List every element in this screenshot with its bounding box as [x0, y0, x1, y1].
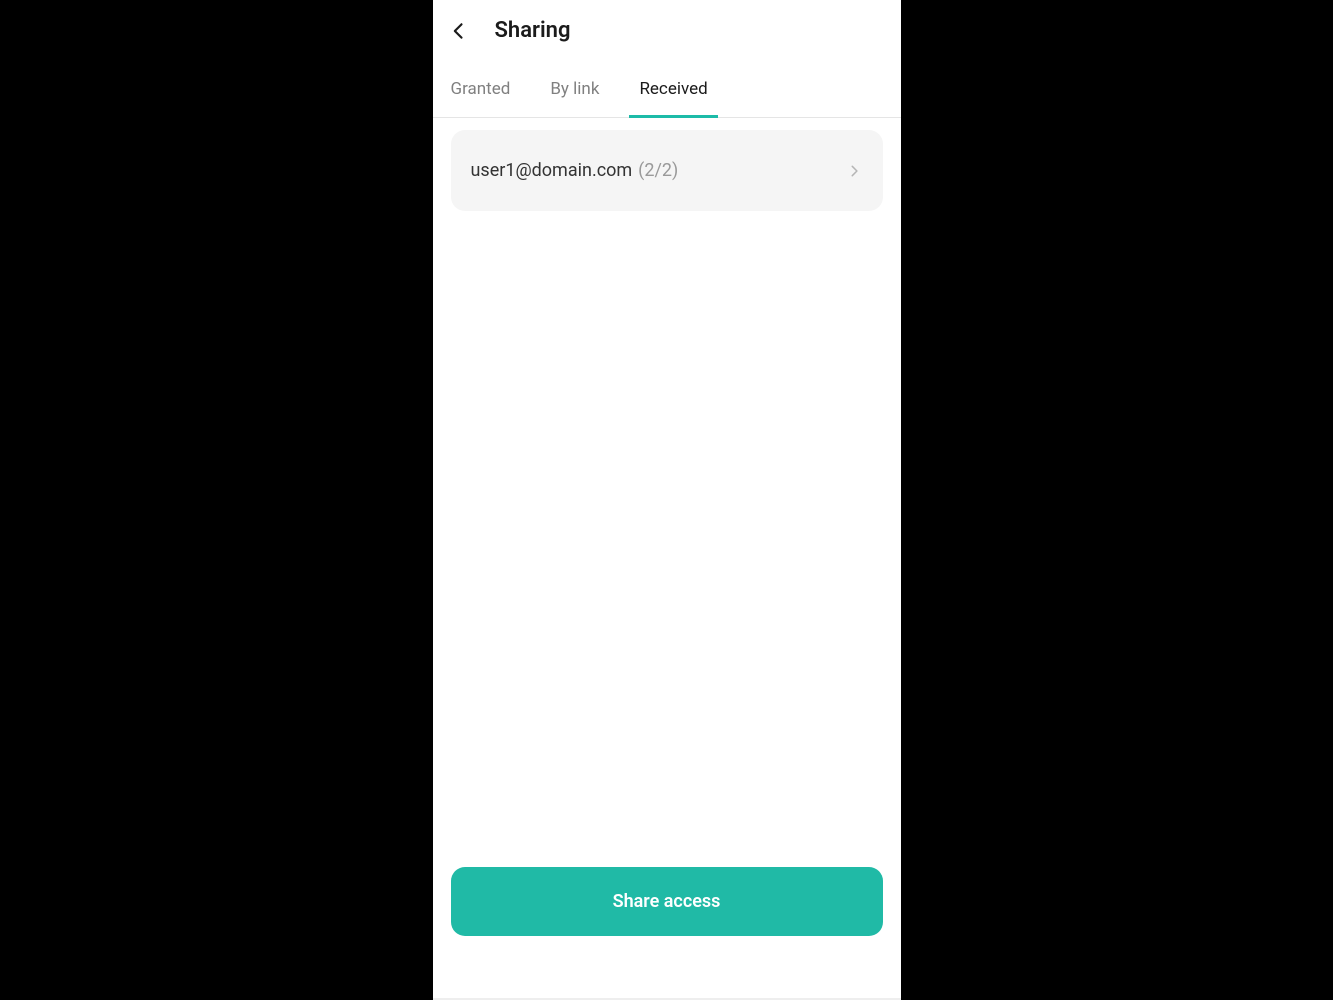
header: Sharing	[433, 0, 901, 61]
content-area: user1@domain.com (2/2)	[433, 118, 901, 867]
back-button[interactable]	[447, 19, 471, 43]
chevron-left-icon	[449, 21, 469, 41]
chevron-right-icon	[845, 162, 863, 180]
app-screen: Sharing Granted By link Received user1@d…	[433, 0, 901, 1000]
shared-user-count: (2/2)	[638, 160, 678, 181]
tab-by-link[interactable]: By link	[550, 61, 599, 117]
footer: Share access	[433, 867, 901, 999]
shared-user-row[interactable]: user1@domain.com (2/2)	[451, 130, 883, 211]
page-title: Sharing	[495, 18, 571, 43]
shared-user-text: user1@domain.com (2/2)	[471, 160, 679, 181]
tab-received[interactable]: Received	[639, 61, 707, 117]
tabs: Granted By link Received	[433, 61, 901, 118]
shared-user-email: user1@domain.com	[471, 160, 633, 181]
share-access-button[interactable]: Share access	[451, 867, 883, 936]
tab-granted[interactable]: Granted	[451, 61, 511, 117]
